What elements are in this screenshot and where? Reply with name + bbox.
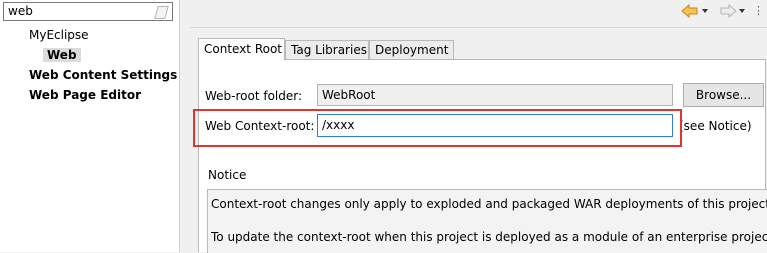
tree-item-web-page-editor[interactable]: Web Page Editor	[29, 88, 141, 102]
tab-deployment[interactable]: Deployment	[369, 40, 454, 59]
browse-button[interactable]: Browse...	[683, 83, 764, 107]
notice-title: Notice	[208, 168, 247, 182]
back-dropdown-icon[interactable]	[702, 9, 708, 13]
tab-content: Web-root folder: WebRoot Browse... Web C…	[198, 59, 767, 253]
highlight-annotation	[193, 109, 682, 147]
webroot-folder-label: Web-root folder:	[205, 89, 303, 103]
notice-line-2: To update the context-root when this pro…	[211, 230, 767, 244]
see-notice-text: (see Notice)	[679, 119, 752, 133]
webroot-folder-field[interactable]: WebRoot	[317, 84, 673, 106]
preferences-tree-panel: web MyEclipse Web Web Content Settings W…	[0, 0, 180, 252]
tree-item-web-content-settings[interactable]: Web Content Settings	[29, 68, 177, 82]
forward-dropdown-icon[interactable]	[739, 9, 745, 13]
notice-line-1: Context-root changes only apply to explo…	[211, 197, 767, 211]
tree-item-myeclipse[interactable]: MyEclipse	[29, 28, 89, 42]
toolbar: ⋮	[681, 3, 764, 21]
tab-tag-libraries[interactable]: Tag Libraries	[285, 40, 369, 59]
toolbar-separator	[190, 27, 767, 28]
back-arrow-icon[interactable]	[681, 3, 699, 19]
filter-input-value: web	[8, 4, 33, 18]
filter-input[interactable]: web	[3, 2, 173, 21]
notice-text-area: Context-root changes only apply to explo…	[207, 189, 767, 253]
forward-arrow-icon[interactable]	[719, 3, 737, 19]
tab-context-root[interactable]: Context Root	[198, 38, 285, 60]
clear-filter-icon[interactable]	[154, 6, 169, 19]
tree-item-web[interactable]: Web	[43, 48, 81, 62]
view-menu-icon[interactable]: ⋮	[753, 4, 764, 17]
